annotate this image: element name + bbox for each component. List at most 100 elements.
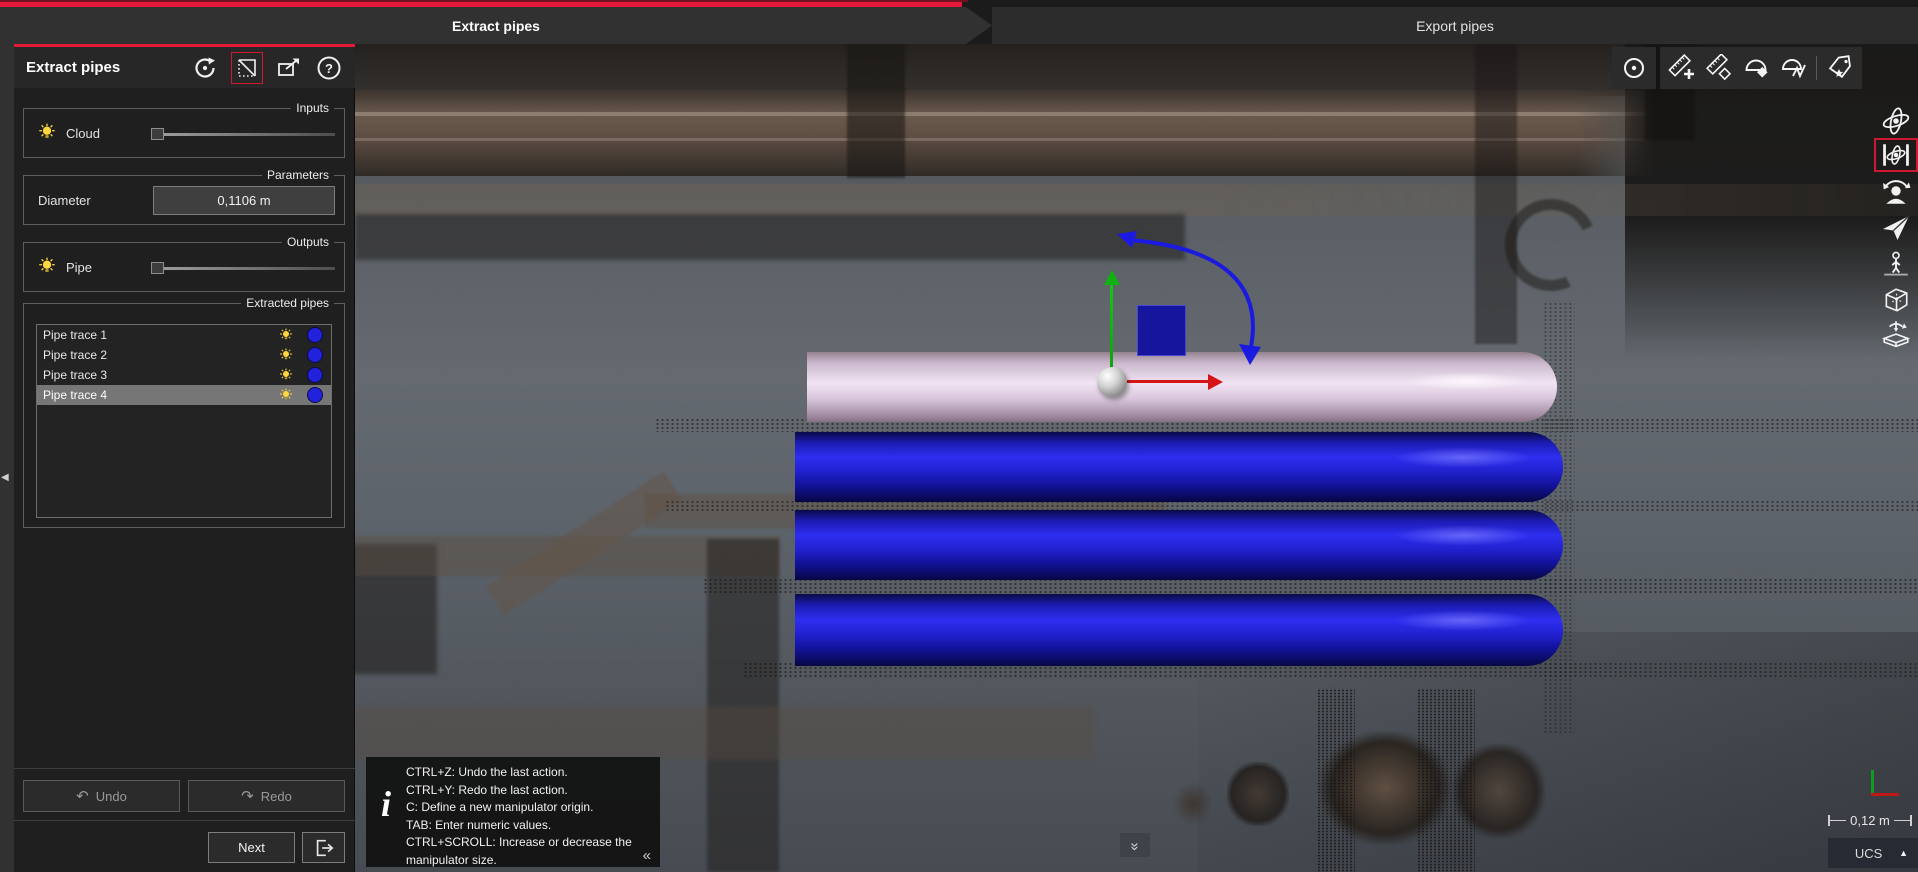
- trace-color-swatch[interactable]: [307, 387, 323, 403]
- pipe-label: Pipe: [66, 260, 92, 275]
- pipe-trace-1-pipe[interactable]: [795, 432, 1563, 502]
- redo-arrow-icon: ↷: [241, 787, 254, 805]
- parameters-legend: Parameters: [262, 168, 334, 182]
- trace-color-swatch[interactable]: [307, 347, 323, 363]
- help-glyph: ?: [325, 61, 333, 76]
- trace-visibility-bulb-icon[interactable]: [279, 368, 293, 382]
- list-item-pipe-trace-2[interactable]: Pipe trace 2: [37, 345, 331, 365]
- ucs-selector[interactable]: UCS ▲: [1828, 838, 1918, 868]
- ucs-label: UCS: [1828, 846, 1899, 861]
- reset-view-icon[interactable]: [191, 54, 219, 82]
- fly-mode-icon[interactable]: [1874, 210, 1918, 244]
- cloud-opacity-slider[interactable]: [153, 133, 335, 136]
- undo-label: Undo: [96, 789, 127, 804]
- pipe-opacity-slider-handle[interactable]: [151, 262, 164, 274]
- export-window-icon[interactable]: [275, 54, 303, 82]
- next-label: Next: [238, 840, 265, 855]
- undo-arrow-icon: ↶: [76, 787, 89, 805]
- tab-export-pipes[interactable]: Export pipes: [992, 7, 1918, 44]
- panel-title: Extract pipes: [14, 59, 120, 76]
- collapse-panel-icon[interactable]: ◀: [1, 472, 9, 483]
- wizard-progress-line: [0, 2, 962, 7]
- diameter-input[interactable]: [153, 186, 335, 215]
- gizmo-x-axis-arrow[interactable]: [1127, 380, 1209, 383]
- scale-label: 0,12 m: [1846, 813, 1894, 828]
- divider: [14, 768, 355, 769]
- expand-bottom-panel-button[interactable]: »: [1120, 833, 1150, 857]
- measure-distance-icon[interactable]: [1705, 53, 1735, 83]
- pipe-trace-list[interactable]: Pipe trace 1 Pipe trace 2 Pipe trace 3 P…: [36, 324, 332, 518]
- walk-mode-icon[interactable]: [1874, 247, 1918, 281]
- focus-target-icon[interactable]: [1619, 53, 1649, 83]
- axis-indicator-x: [1871, 793, 1899, 796]
- list-item-pipe-trace-3[interactable]: Pipe trace 3: [37, 365, 331, 385]
- divider: [14, 820, 355, 821]
- wizard-tab-bar: Extract pipes Export pipes: [0, 0, 1918, 44]
- tab-export-pipes-label: Export pipes: [1416, 18, 1494, 34]
- help-line: CTRL+Z: Undo the last action.: [406, 764, 648, 782]
- ucs-expand-icon: ▲: [1899, 848, 1918, 858]
- help-icon[interactable]: ?: [315, 54, 343, 82]
- redo-button[interactable]: ↷ Redo: [188, 780, 345, 812]
- gizmo-y-axis-arrowhead: [1104, 270, 1120, 285]
- scale-bar: 0,12 m: [1828, 810, 1912, 830]
- view-cube-icon[interactable]: [1874, 283, 1918, 317]
- inputs-legend: Inputs: [291, 101, 334, 115]
- pipe-trace-label: Pipe trace 1: [43, 328, 279, 342]
- exit-door-icon: [313, 837, 335, 859]
- pipe-visibility-bulb-icon[interactable]: [38, 257, 56, 275]
- viewport-3d[interactable]: i CTRL+Z: Undo the last action. CTRL+Y: …: [355, 44, 1918, 872]
- extracted-pipes-group: Extracted pipes Pipe trace 1 Pipe trace …: [23, 303, 345, 528]
- measure-angle-line-icon[interactable]: [1779, 53, 1809, 83]
- pipe-trace-3-pipe[interactable]: [795, 594, 1563, 666]
- list-item-pipe-trace-1[interactable]: Pipe trace 1: [37, 325, 331, 345]
- orbit-mode-icon[interactable]: [1874, 104, 1918, 138]
- pipe-trace-label: Pipe trace 3: [43, 368, 279, 382]
- scale-line: [1830, 820, 1846, 821]
- section-plane-icon[interactable]: [231, 52, 263, 84]
- pipe-trace-2-pipe[interactable]: [795, 510, 1563, 580]
- scale-line: [1894, 820, 1910, 821]
- pipe-opacity-slider[interactable]: [153, 267, 335, 270]
- list-item-pipe-trace-4-selected[interactable]: Pipe trace 4: [37, 385, 331, 405]
- constrained-orbit-mode-icon-active[interactable]: [1874, 138, 1918, 172]
- outputs-group: Outputs Pipe: [23, 242, 345, 292]
- tab-extract-pipes-label: Extract pipes: [452, 18, 540, 34]
- trace-color-swatch[interactable]: [307, 367, 323, 383]
- gizmo-origin-sphere[interactable]: [1097, 367, 1127, 397]
- help-line: C: Define a new manipulator origin.: [406, 799, 648, 817]
- trace-visibility-bulb-icon[interactable]: [279, 328, 293, 342]
- exit-button[interactable]: [302, 832, 345, 863]
- trace-color-swatch[interactable]: [307, 327, 323, 343]
- gizmo-y-axis-arrow[interactable]: [1110, 284, 1113, 380]
- gizmo-rotation-arc[interactable]: [1090, 224, 1280, 374]
- trace-visibility-bulb-icon[interactable]: [279, 388, 293, 402]
- tab-extract-pipes[interactable]: Extract pipes: [0, 7, 992, 44]
- panel-collapse-gutter[interactable]: ◀: [0, 44, 14, 872]
- trace-visibility-bulb-icon[interactable]: [279, 348, 293, 362]
- cloud-visibility-bulb-icon[interactable]: [38, 123, 56, 141]
- collapse-help-icon[interactable]: «: [643, 847, 651, 864]
- scale-tick: [1910, 815, 1912, 826]
- cloud-opacity-slider-handle[interactable]: [151, 128, 164, 140]
- diameter-label: Diameter: [38, 193, 91, 208]
- pipe-trace-label: Pipe trace 2: [43, 348, 279, 362]
- parameters-group: Parameters Diameter: [23, 175, 345, 225]
- cloud-label: Cloud: [66, 126, 100, 141]
- measure-angle-icon[interactable]: [1742, 53, 1772, 83]
- next-button[interactable]: Next: [208, 832, 295, 863]
- help-line: CTRL+Y: Redo the last action.: [406, 782, 648, 800]
- undo-button[interactable]: ↶ Undo: [23, 780, 180, 812]
- look-around-mode-icon[interactable]: [1874, 175, 1918, 209]
- annotation-tag-icon[interactable]: [1825, 53, 1855, 83]
- extracted-pipes-legend: Extracted pipes: [241, 296, 334, 310]
- chevron-down-double-icon: »: [1127, 842, 1144, 848]
- help-line: CTRL+SCROLL: Increase or decrease the ma…: [406, 834, 648, 869]
- add-measurement-icon[interactable]: [1667, 53, 1697, 83]
- focus-toolbox: [1612, 47, 1656, 89]
- application-window: Extract pipes Export pipes ◀ Extract pip…: [0, 0, 1918, 872]
- help-line: TAB: Enter numeric values.: [406, 817, 648, 835]
- rotate-box-icon[interactable]: [1874, 316, 1918, 350]
- redo-label: Redo: [261, 789, 292, 804]
- extract-pipes-panel: Extract pipes: [14, 44, 355, 872]
